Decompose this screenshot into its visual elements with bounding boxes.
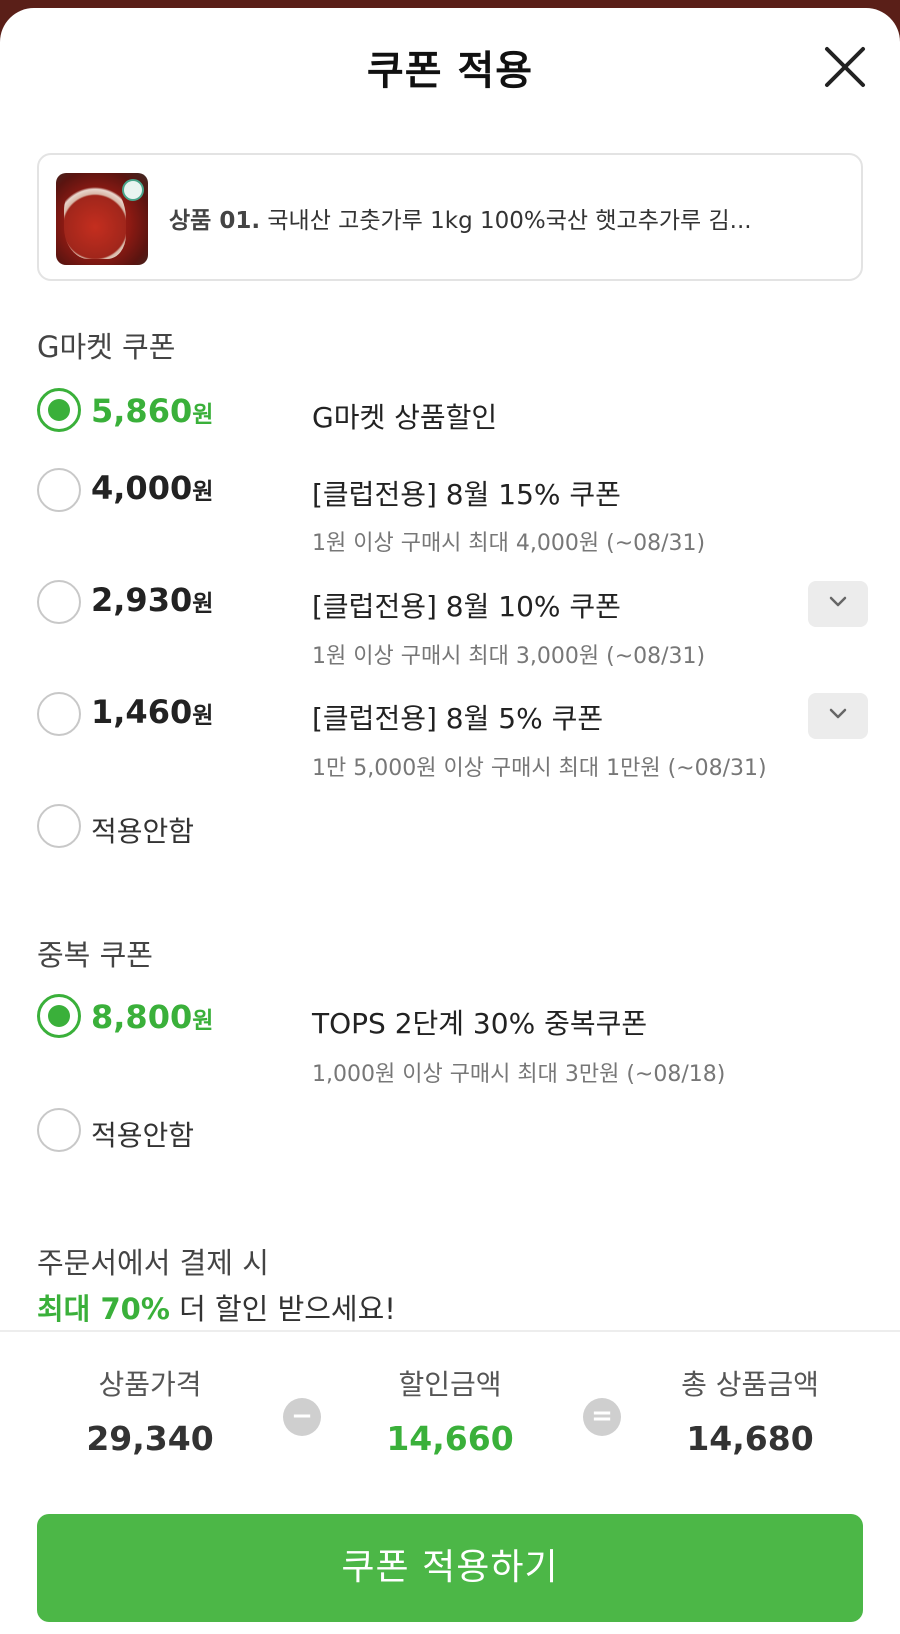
coupon-amount: 5,860원 <box>91 392 214 430</box>
coupon-sheet: 쿠폰 적용 상품 01. 국내산 고춧가루 1kg 100%국산 햇고추가루 김… <box>0 8 900 1634</box>
coupon-radio[interactable] <box>37 468 81 512</box>
page-title: 쿠폰 적용 <box>366 48 534 94</box>
coupon-radio[interactable] <box>37 580 81 624</box>
dup-coupon-description: 1,000원 이상 구매시 최대 3만원 (~08/18) <box>312 1062 726 1087</box>
equals-icon: = <box>583 1398 621 1436</box>
chevron-down-icon <box>829 596 847 607</box>
dup-no-coupon-label: 적용안함 <box>91 1119 195 1152</box>
coupon-amount: 4,000원 <box>91 469 214 507</box>
total-value: 14,680 <box>686 1419 814 1458</box>
coupon-description: 1만 5,000원 이상 구매시 최대 1만원 (~08/31) <box>312 756 767 781</box>
coupon-radio[interactable] <box>37 692 81 736</box>
total-summary: 총 상품금액 14,680 <box>640 1363 860 1458</box>
coupon-name: G마켓 상품할인 <box>312 401 498 434</box>
promo-rest: 더 할인 받으세요! <box>169 1292 396 1326</box>
discount-summary: 할인금액 14,660 <box>340 1363 560 1458</box>
coupon-description: 1원 이상 구매시 최대 4,000원 (~08/31) <box>312 531 706 556</box>
dup-coupon-name: TOPS 2단계 30% 중복쿠폰 <box>312 1007 648 1040</box>
gmarket-coupon-heading: G마켓 쿠폰 <box>37 330 176 364</box>
total-label: 총 상품금액 <box>681 1368 819 1401</box>
price-value: 29,340 <box>86 1419 214 1458</box>
product-title: 상품 01. 국내산 고춧가루 1kg 100%국산 햇고추가루 김... <box>169 201 752 235</box>
summary-divider <box>0 1330 900 1332</box>
discount-label: 할인금액 <box>398 1368 502 1401</box>
coupon-description: 1원 이상 구매시 최대 3,000원 (~08/31) <box>312 644 706 669</box>
dup-no-coupon-radio[interactable] <box>37 1108 81 1152</box>
minus-icon: − <box>283 1398 321 1436</box>
coupon-radio-selected[interactable] <box>37 388 81 432</box>
promo-highlight: 최대 70% <box>37 1292 170 1326</box>
chevron-down-icon <box>829 708 847 719</box>
haccp-badge-icon <box>122 179 144 201</box>
expand-button[interactable] <box>808 693 868 739</box>
dup-coupon-amount: 8,800원 <box>91 998 214 1036</box>
product-prefix: 상품 01. <box>169 208 261 234</box>
coupon-name: [클럽전용] 8월 10% 쿠폰 <box>312 590 621 623</box>
product-thumbnail <box>56 173 148 265</box>
no-coupon-label: 적용안함 <box>91 815 195 848</box>
promo-line-1: 주문서에서 결제 시 <box>37 1246 269 1280</box>
coupon-amount: 1,460원 <box>91 693 214 731</box>
coupon-amount: 2,930원 <box>91 581 214 619</box>
product-image-bag <box>64 179 126 259</box>
price-label: 상품가격 <box>98 1368 202 1401</box>
product-card: 상품 01. 국내산 고춧가루 1kg 100%국산 햇고추가루 김... <box>37 153 863 281</box>
product-name: 국내산 고춧가루 1kg 100%국산 햇고추가루 김... <box>267 208 752 234</box>
dup-coupon-radio-selected[interactable] <box>37 994 81 1038</box>
apply-coupon-button[interactable]: 쿠폰 적용하기 <box>37 1514 863 1622</box>
expand-button[interactable] <box>808 581 868 627</box>
coupon-name: [클럽전용] 8월 15% 쿠폰 <box>312 478 621 511</box>
discount-value: 14,660 <box>386 1419 514 1458</box>
duplicate-coupon-heading: 중복 쿠폰 <box>37 938 153 972</box>
price-summary: 상품가격 29,340 <box>40 1363 260 1458</box>
no-coupon-radio[interactable] <box>37 804 81 848</box>
promo-line-2: 최대 70% 더 할인 받으세요! <box>37 1286 396 1328</box>
close-icon[interactable] <box>820 42 870 92</box>
coupon-name: [클럽전용] 8월 5% 쿠폰 <box>312 702 604 735</box>
